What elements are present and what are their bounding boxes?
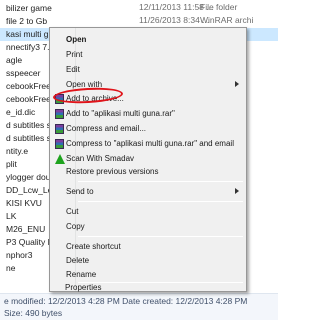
- file-type: WinRAR archi: [200, 15, 254, 25]
- menu-item-label: Add to "aplikasi multi guna.rar": [66, 109, 175, 118]
- menu-item-compress-named-email[interactable]: Compress to "aplikasi multi guna.rar" an…: [52, 137, 245, 151]
- context-menu: Open Print Edit Open with Add to archive…: [49, 27, 247, 292]
- file-name: agle: [6, 55, 23, 65]
- details-status-bar: e modified: 12/2/2013 4:28 PM Date creat…: [0, 293, 278, 320]
- winrar-icon: [55, 109, 64, 119]
- menu-item-open[interactable]: Open: [52, 33, 245, 47]
- menu-item-label: Delete: [66, 256, 90, 265]
- menu-separator: [78, 201, 243, 202]
- menu-item-label: Rename: [66, 270, 97, 279]
- menu-item-print[interactable]: Print: [52, 48, 245, 62]
- menu-item-send-to[interactable]: Send to: [52, 185, 245, 199]
- menu-item-scan-smadav[interactable]: Scan With Smadav: [52, 152, 245, 166]
- menu-item-create-shortcut[interactable]: Create shortcut: [52, 240, 245, 254]
- menu-separator: [78, 181, 243, 182]
- winrar-icon: [55, 124, 64, 134]
- submenu-arrow-icon: [235, 81, 239, 87]
- file-name: ntity.e: [6, 146, 29, 156]
- file-name: LK: [6, 211, 17, 221]
- file-name: sspeecer: [6, 68, 41, 78]
- menu-item-label: Cut: [66, 207, 79, 216]
- file-name: bilizer game: [6, 3, 52, 13]
- file-name: e_id.dic: [6, 107, 36, 117]
- menu-item-label: Compress and email...: [66, 124, 147, 133]
- menu-separator: [78, 236, 243, 237]
- menu-item-label: Compress to "aplikasi multi guna.rar" an…: [66, 139, 234, 148]
- file-name: nphor3: [6, 250, 33, 260]
- menu-item-label: Edit: [66, 65, 80, 74]
- status-size: Size: 490 bytes: [4, 308, 63, 318]
- menu-item-label: Restore previous versions: [66, 167, 159, 176]
- menu-item-compress-email[interactable]: Compress and email...: [52, 122, 245, 136]
- file-name: ne: [6, 263, 16, 273]
- file-type: File folder: [200, 2, 238, 12]
- menu-item-label: Create shortcut: [66, 242, 121, 251]
- status-dates: e modified: 12/2/2013 4:28 PM Date creat…: [4, 296, 248, 306]
- winrar-icon: [55, 139, 64, 149]
- menu-item-label: Properties: [65, 283, 102, 292]
- file-name: M26_ENU: [6, 224, 46, 234]
- file-name: KISI KVU: [6, 198, 42, 208]
- file-row[interactable]: bilizer game 12/11/2013 11:58 ... File f…: [0, 2, 278, 15]
- menu-item-label: Open: [66, 35, 87, 44]
- submenu-arrow-icon: [235, 188, 239, 194]
- menu-item-label: Send to: [66, 187, 94, 196]
- menu-item-label: Print: [66, 50, 83, 59]
- menu-item-edit[interactable]: Edit: [52, 63, 245, 77]
- menu-item-cut[interactable]: Cut: [52, 205, 245, 219]
- menu-item-rename[interactable]: Rename: [52, 268, 245, 282]
- file-name: plit: [6, 159, 17, 169]
- menu-item-label: Scan With Smadav: [66, 154, 135, 163]
- menu-item-add-to-named-archive[interactable]: Add to "aplikasi multi guna.rar": [52, 107, 245, 121]
- menu-item-properties[interactable]: Properties: [51, 281, 244, 295]
- menu-item-copy[interactable]: Copy: [52, 220, 245, 234]
- file-date: 11/26/2013 8:34 ...: [139, 15, 210, 25]
- file-name: file 2 to Gb: [6, 16, 48, 26]
- menu-item-delete[interactable]: Delete: [52, 254, 245, 268]
- menu-item-restore-versions[interactable]: Restore previous versions: [52, 165, 245, 179]
- smadav-shield-icon: [55, 154, 65, 164]
- menu-item-label: Copy: [66, 222, 85, 231]
